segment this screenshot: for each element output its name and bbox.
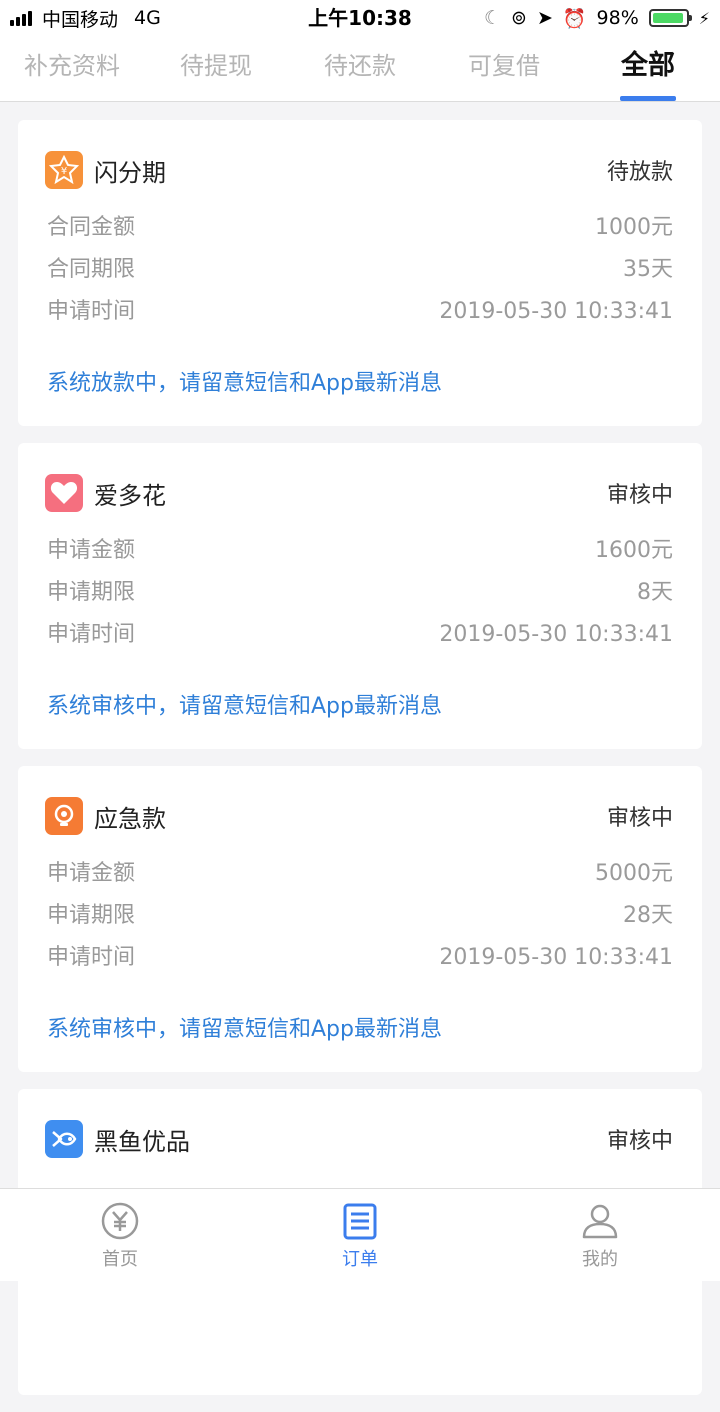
order-details: 申请金额 5000元 申请期限 28天 申请时间 2019-05-30 10:33:4… — [47, 856, 673, 982]
detail-value: 8天 — [637, 580, 673, 605]
order-card[interactable]: 应急款 审核中 申请金额 5000元 申请期限 28天 申请时间 2019-05-30… — [18, 766, 702, 1072]
detail-row: 申请时间 2019-05-30 10:33:41 — [47, 617, 673, 659]
detail-row: 申请金额 1600元 — [47, 533, 673, 575]
detail-label: 申请时间 — [47, 299, 136, 324]
order-card[interactable]: ¥ 闪分期 待放款 合同金额 1000元 合同期限 35天 申请时间 2019-05-… — [18, 120, 702, 426]
rotation-lock-icon: ⊚ — [511, 7, 527, 29]
detail-row: 申请时间 2019-05-30 10:33:41 — [47, 294, 673, 336]
order-card-header: 黑鱼优品 审核中 — [45, 1119, 673, 1159]
tab-reborrow[interactable]: 可复借 — [432, 36, 576, 101]
product-name: 闪分期 — [94, 158, 166, 187]
detail-value: 2019-05-30 10:33:41 — [439, 622, 673, 647]
detail-label: 申请时间 — [47, 622, 136, 647]
order-card-header: ¥ 闪分期 待放款 — [45, 150, 673, 190]
detail-row: 合同金额 1000元 — [47, 210, 673, 252]
bottom-nav: 首页 订单 我的 — [0, 1188, 720, 1281]
detail-row: 申请时间 2019-05-30 10:33:41 — [47, 940, 673, 982]
nav-home[interactable]: 首页 — [0, 1189, 240, 1281]
tab-pending-repay[interactable]: 待还款 — [288, 36, 432, 101]
detail-label: 申请时间 — [47, 945, 136, 970]
fish-icon — [45, 1120, 83, 1158]
product-name: 黑鱼优品 — [94, 1127, 190, 1156]
heart-icon — [45, 474, 83, 512]
status-right: ☾ ⊚ ➤ ⏰ 98% ⚡ — [484, 0, 710, 36]
order-tabs: 补充资料 待提现 待还款 可复借 全部 — [0, 36, 720, 102]
detail-value: 2019-05-30 10:33:41 — [439, 945, 673, 970]
tab-supplement[interactable]: 补充资料 — [0, 36, 144, 101]
detail-value: 1600元 — [595, 538, 673, 563]
product-name: 应急款 — [94, 804, 166, 833]
nav-label: 我的 — [582, 1249, 618, 1270]
bulb-icon — [45, 797, 83, 835]
moon-icon: ☾ — [483, 7, 502, 29]
alarm-icon: ⏰ — [562, 7, 587, 30]
order-message: 系统审核中，请留意短信和App最新消息 — [47, 1017, 442, 1042]
order-card-header: 爱多花 审核中 — [45, 473, 673, 513]
status-bar: 中国移动 4G 上午10:38 ☾ ⊚ ➤ ⏰ 98% ⚡ — [0, 0, 720, 36]
detail-value: 5000元 — [595, 861, 673, 886]
nav-label: 订单 — [342, 1249, 378, 1270]
svg-text:¥: ¥ — [61, 166, 67, 177]
detail-value: 2019-05-30 10:33:41 — [439, 299, 673, 324]
clipboard-icon — [343, 1203, 377, 1240]
detail-label: 合同期限 — [47, 257, 136, 282]
battery-icon — [648, 9, 692, 27]
detail-row: 申请期限 8天 — [47, 575, 673, 617]
detail-label: 申请金额 — [47, 861, 136, 886]
tab-pending-withdraw[interactable]: 待提现 — [144, 36, 288, 101]
detail-label: 申请期限 — [47, 903, 136, 928]
user-icon — [582, 1204, 618, 1239]
order-card[interactable]: 爱多花 审核中 申请金额 1600元 申请期限 8天 申请时间 2019-05-30 … — [18, 443, 702, 749]
order-message: 系统放款中，请留意短信和App最新消息 — [47, 371, 442, 396]
detail-value: 28天 — [623, 903, 673, 928]
detail-label: 合同金额 — [47, 215, 136, 240]
nav-mine[interactable]: 我的 — [480, 1189, 720, 1281]
location-icon: ➤ — [536, 7, 553, 29]
detail-label: 申请金额 — [47, 538, 136, 563]
yen-star-icon: ¥ — [45, 151, 83, 189]
nav-label: 首页 — [102, 1249, 138, 1270]
order-card-header: 应急款 审核中 — [45, 796, 673, 836]
charging-icon: ⚡ — [698, 8, 710, 28]
nav-orders[interactable]: 订单 — [240, 1189, 480, 1281]
battery-percent: 98% — [596, 7, 639, 29]
tab-all[interactable]: 全部 — [576, 36, 720, 101]
detail-row: 合同期限 35天 — [47, 252, 673, 294]
detail-row: 申请期限 28天 — [47, 898, 673, 940]
order-message: 系统审核中，请留意短信和App最新消息 — [47, 694, 442, 719]
order-status: 审核中 — [606, 806, 673, 831]
order-status: 审核中 — [606, 483, 673, 508]
order-details: 合同金额 1000元 合同期限 35天 申请时间 2019-05-30 10:33:4… — [47, 210, 673, 336]
order-details: 申请金额 1600元 申请期限 8天 申请时间 2019-05-30 10:33:41 — [47, 533, 673, 659]
product-name: 爱多花 — [94, 481, 166, 510]
detail-row: 申请金额 5000元 — [47, 856, 673, 898]
detail-label: 申请期限 — [47, 580, 136, 605]
order-status: 审核中 — [606, 1129, 673, 1154]
order-status: 待放款 — [606, 160, 673, 185]
yen-circle-icon — [101, 1202, 139, 1240]
detail-value: 1000元 — [595, 215, 673, 240]
detail-value: 35天 — [623, 257, 673, 282]
